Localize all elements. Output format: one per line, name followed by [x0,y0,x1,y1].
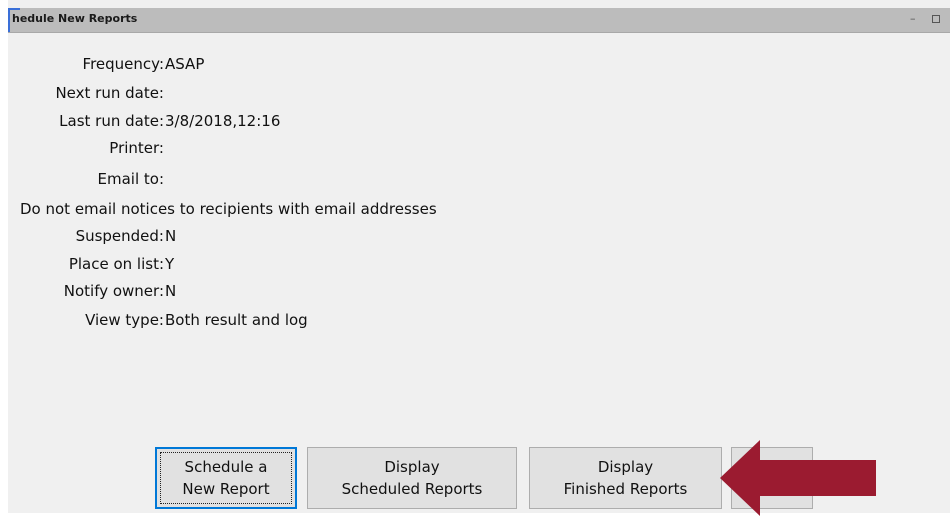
title-accent-top [8,8,20,10]
display-scheduled-line1: Display [384,458,440,476]
suspended-value: N [165,227,177,245]
place-on-list-row: Place on list: Y [0,253,940,275]
title-accent [8,8,10,32]
last-run-row: Last run date: 3/8/2018,12:16 [0,110,940,132]
arrow-left-icon [720,440,876,516]
email-notice-text: Do not email notices to recipients with … [20,200,437,218]
schedule-new-report-button[interactable]: Schedule a New Report [155,447,297,509]
maximize-icon[interactable] [932,15,940,23]
view-type-value: Both result and log [165,311,308,329]
next-run-row: Next run date: [0,82,940,104]
email-to-row: Email to: [0,168,940,190]
frequency-row: Frequency: ASAP [0,53,940,75]
display-scheduled-reports-button[interactable]: Display Scheduled Reports [307,447,517,509]
place-on-list-label: Place on list: [68,255,164,273]
suspended-label: Suspended: [75,227,164,245]
frequency-value: ASAP [165,55,205,73]
notify-owner-row: Notify owner: N [0,280,940,302]
last-run-value: 3/8/2018,12:16 [165,112,281,130]
printer-row: Printer: [0,137,940,159]
display-finished-reports-button[interactable]: Display Finished Reports [529,447,722,509]
frequency-label: Frequency: [82,55,164,73]
schedule-new-report-line2: New Report [182,480,270,498]
annotation-arrow-shape [720,440,876,516]
email-to-label: Email to: [97,170,165,188]
display-scheduled-line2: Scheduled Reports [341,480,483,498]
display-finished-line2: Finished Reports [563,480,688,498]
title-bar[interactable] [8,8,950,33]
notify-owner-value: N [165,282,177,300]
view-type-label: View type: [85,311,164,329]
notify-owner-label: Notify owner: [63,282,164,300]
view-type-row: View type: Both result and log [0,309,940,331]
display-finished-line1: Display [597,458,654,476]
suspended-row: Suspended: N [0,225,940,247]
window-title: hedule New Reports [12,12,138,25]
email-notice-row: Do not email notices to recipients with … [0,198,940,220]
printer-label: Printer: [109,139,164,157]
minimize-icon[interactable]: – [910,13,916,25]
last-run-label: Last run date: [59,112,164,130]
schedule-new-report-line1: Schedule a [184,458,268,476]
next-run-label: Next run date: [55,84,164,102]
place-on-list-value: Y [165,255,175,273]
